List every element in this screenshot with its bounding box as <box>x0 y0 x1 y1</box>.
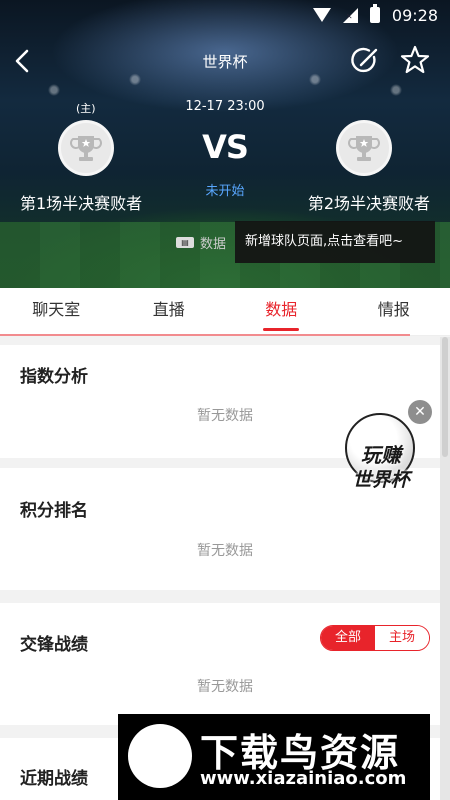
section-head-to-head: 交锋战绩 暂无数据 <box>0 603 440 725</box>
promo-line2: 世界杯 <box>352 469 410 491</box>
promo-close-icon[interactable]: ✕ <box>408 400 432 424</box>
worldcup-promo-badge[interactable]: 玩赚 世界杯 <box>343 413 423 493</box>
tab-bar: 聊天室 直播 数据 情报 <box>0 288 450 336</box>
promo-line1: 玩赚 <box>361 443 401 467</box>
scrollbar-thumb[interactable] <box>442 337 448 457</box>
data-chip-label: 数据 <box>200 236 227 252</box>
section-title: 交锋战绩 <box>20 635 88 655</box>
wifi-icon <box>312 8 331 22</box>
team-page-tooltip[interactable]: 新增球队页面,点击查看吧~ <box>235 221 435 263</box>
away-team-name[interactable]: 第2场半决赛败者 <box>308 190 430 214</box>
vs-label: VS <box>202 128 249 166</box>
bird-logo-icon <box>128 724 192 788</box>
section-title: 积分排名 <box>20 501 88 521</box>
share-icon[interactable] <box>350 46 380 76</box>
filter-all-button[interactable]: 全部 <box>321 626 375 650</box>
match-datetime: 12-17 23:00 <box>185 99 265 114</box>
signal-icon <box>342 7 358 23</box>
tab-divider <box>0 334 410 336</box>
empty-message: 暂无数据 <box>197 679 253 695</box>
home-team-name[interactable]: 第1场半决赛败者 <box>20 190 142 214</box>
tab-intel[interactable]: 情报 <box>338 288 450 335</box>
tab-data[interactable]: 数据 <box>225 288 338 335</box>
data-chip-icon: ▤ <box>176 236 194 248</box>
data-chip[interactable]: ▤ 数据 <box>176 230 226 254</box>
tab-live[interactable]: 直播 <box>113 288 226 335</box>
filter-home-button[interactable]: 主场 <box>375 626 429 650</box>
watermark-url: www.xiazainiao.com <box>200 768 407 789</box>
match-header: 09:28 世界杯 (主) 12-17 23:00 <box>0 0 450 288</box>
section-title: 指数分析 <box>20 367 88 387</box>
favorite-star-icon[interactable] <box>400 45 430 75</box>
status-time: 09:28 <box>391 5 438 25</box>
section-title: 近期战绩 <box>20 769 88 789</box>
battery-icon <box>369 4 380 23</box>
venue-filter-toggle: 全部 主场 <box>320 625 430 651</box>
tab-chatroom[interactable]: 聊天室 <box>0 288 113 335</box>
watermark-banner: 下载鸟资源 www.xiazainiao.com <box>118 714 430 800</box>
scrollbar[interactable] <box>440 337 450 800</box>
empty-message: 暂无数据 <box>197 543 253 559</box>
top-nav: 世界杯 <box>0 40 450 84</box>
status-bar: 09:28 <box>0 0 450 30</box>
page-title: 世界杯 <box>202 53 248 71</box>
